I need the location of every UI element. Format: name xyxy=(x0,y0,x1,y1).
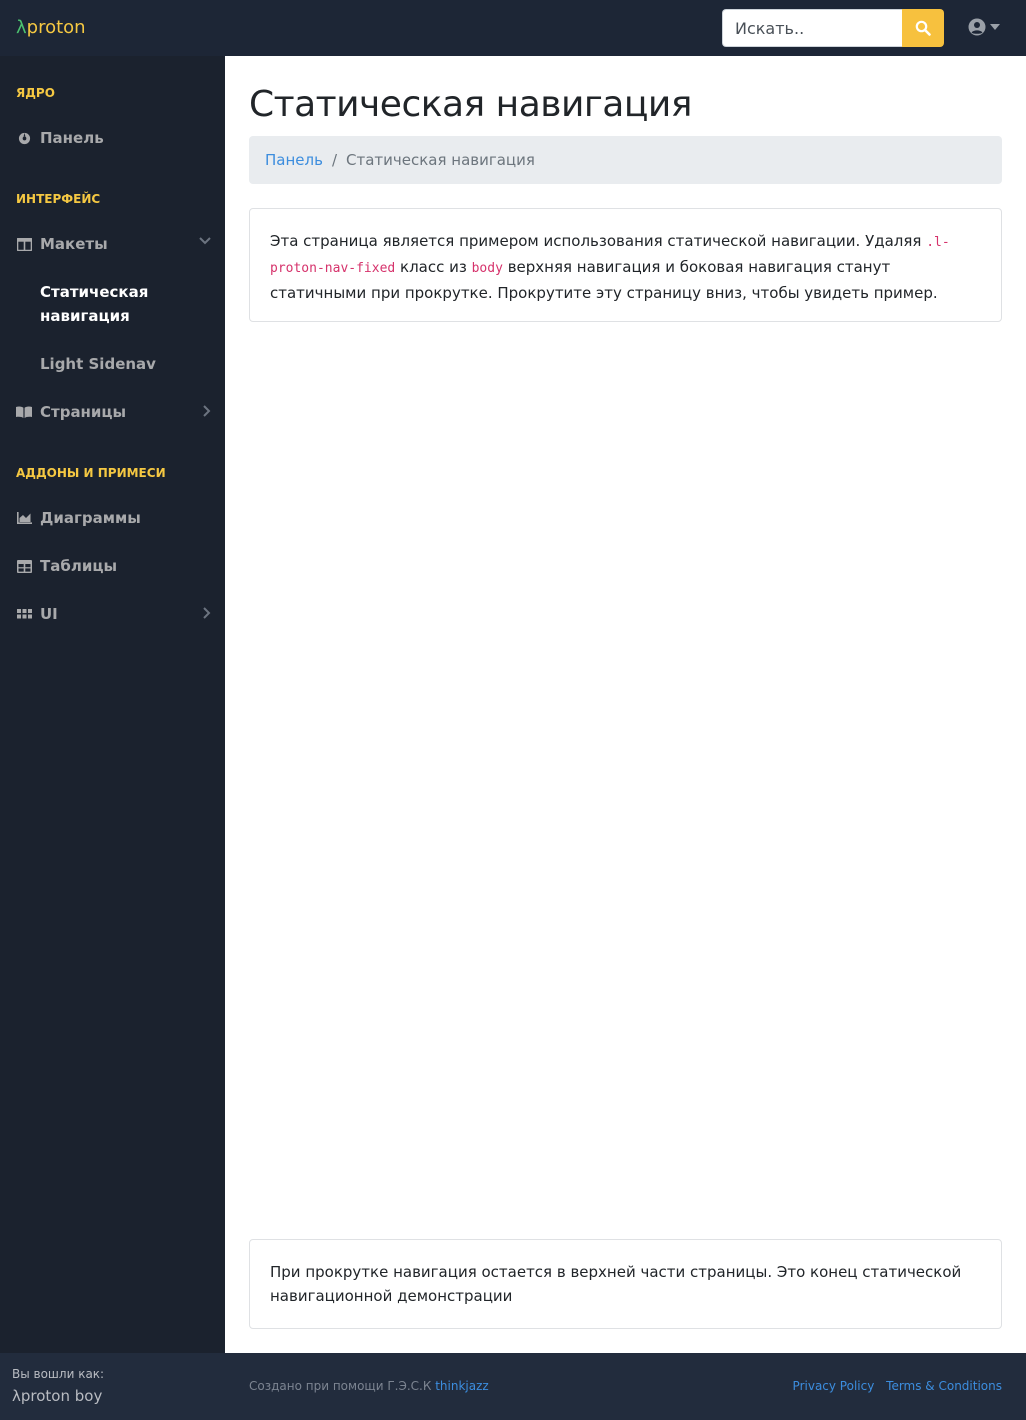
page-footer: Создано при помощи Г.Э.С.К thinkjazz Pri… xyxy=(225,1353,1026,1420)
sidebar-heading-core: ЯДРО xyxy=(16,86,55,100)
sidebar-item-tables[interactable]: Таблицы xyxy=(16,553,211,579)
breadcrumb-link-dashboard[interactable]: Панель xyxy=(265,151,323,169)
caret-down-icon xyxy=(990,24,1000,30)
sidebar-item-label: Таблицы xyxy=(40,557,118,575)
breadcrumb-separator: / xyxy=(331,151,337,169)
sidebar-item-label: Диаграммы xyxy=(40,509,141,527)
top-navbar: λproton xyxy=(0,0,1026,56)
end-card: При прокрутке навигация остается в верхн… xyxy=(249,1239,1002,1329)
breadcrumb-current: Статическая навигация xyxy=(346,151,535,169)
brand-logo[interactable]: λproton xyxy=(16,17,86,38)
footer-author-link[interactable]: thinkjazz xyxy=(435,1379,488,1393)
chevron-down-icon xyxy=(199,237,211,245)
search-input[interactable] xyxy=(722,9,902,47)
grid-icon xyxy=(16,607,32,621)
code-body: body xyxy=(471,261,503,276)
area-chart-icon xyxy=(16,511,32,525)
breadcrumb: Панель / Статическая навигация xyxy=(249,136,1002,184)
logged-in-user: λproton boy xyxy=(12,1387,103,1405)
sidebar-heading-addons: АДДОНЫ И ПРИМЕСИ xyxy=(16,466,166,480)
sidebar-item-ui[interactable]: UI xyxy=(16,601,211,627)
search-form xyxy=(722,9,944,47)
columns-icon xyxy=(16,237,32,251)
sidebar-subitem-light-sidenav[interactable]: Light Sidenav xyxy=(40,352,156,376)
sidebar-item-layouts[interactable]: Макеты xyxy=(16,231,211,257)
search-icon xyxy=(915,20,931,36)
main-content: Статическая навигация Панель / Статическ… xyxy=(225,56,1026,1353)
sidebar-footer: Вы вошли как: λproton boy xyxy=(0,1353,225,1420)
gauge-icon xyxy=(16,131,32,145)
sidebar-item-label: Панель xyxy=(40,129,104,147)
sidebar-item-pages[interactable]: Страницы xyxy=(16,399,211,425)
table-icon xyxy=(16,559,32,573)
sidebar-item-dashboard[interactable]: Панель xyxy=(16,125,211,151)
terms-link[interactable]: Terms & Conditions xyxy=(886,1379,1002,1393)
user-menu-button[interactable] xyxy=(968,18,1000,36)
sidebar-item-label: Макеты xyxy=(40,235,108,253)
sidebar-heading-interface: ИНТЕРФЕЙС xyxy=(16,192,101,206)
chevron-right-icon xyxy=(203,405,211,417)
sidebar-item-charts[interactable]: Диаграммы xyxy=(16,505,211,531)
user-circle-icon xyxy=(968,18,986,36)
footer-credit: Создано при помощи Г.Э.С.К thinkjazz xyxy=(249,1379,489,1393)
info-card: Эта страница является примером использов… xyxy=(249,208,1002,322)
sidebar-subitem-static-nav[interactable]: Статическая навигация xyxy=(40,280,210,328)
sidebar-item-label: Страницы xyxy=(40,403,127,421)
search-button[interactable] xyxy=(902,9,944,47)
sidebar-item-label: UI xyxy=(40,605,58,623)
sidebar: ЯДРО Панель ИНТЕРФЕЙС Макеты Статическая… xyxy=(0,56,225,1353)
page-title: Статическая навигация xyxy=(249,84,692,125)
book-open-icon xyxy=(16,405,32,419)
logged-in-label: Вы вошли как: xyxy=(12,1367,105,1381)
chevron-right-icon xyxy=(203,607,211,619)
footer-links: Privacy Policy Terms & Conditions xyxy=(785,1379,1002,1393)
privacy-policy-link[interactable]: Privacy Policy xyxy=(793,1379,875,1393)
